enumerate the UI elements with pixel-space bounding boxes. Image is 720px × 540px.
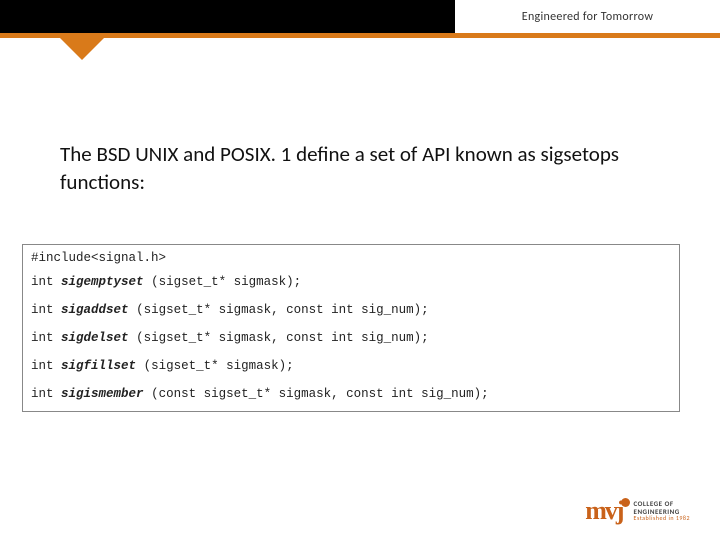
orange-notch-icon bbox=[60, 38, 104, 60]
code-line: int sigfillset (sigset_t* sigmask); bbox=[31, 359, 671, 373]
tagline-text: Engineered for Tomorrow bbox=[522, 10, 653, 24]
header-bar: Engineered for Tomorrow bbox=[0, 0, 720, 38]
intro-paragraph: The BSD UNIX and POSIX. 1 define a set o… bbox=[60, 140, 660, 197]
header-tagline-area: Engineered for Tomorrow bbox=[455, 0, 720, 33]
code-include: #include<signal.h> bbox=[31, 251, 671, 265]
header-black-block bbox=[0, 0, 455, 33]
code-line: int sigaddset (sigset_t* sigmask, const … bbox=[31, 303, 671, 317]
footer-logo: mvj COLLEGE OF ENGINEERING Established i… bbox=[585, 496, 690, 526]
code-line: int sigismember (const sigset_t* sigmask… bbox=[31, 387, 671, 401]
logo-mark: mvj bbox=[585, 496, 629, 526]
code-line: int sigemptyset (sigset_t* sigmask); bbox=[31, 275, 671, 289]
logo-dot-icon bbox=[621, 498, 630, 507]
logo-text: COLLEGE OF ENGINEERING Established in 19… bbox=[634, 500, 690, 522]
code-box: #include<signal.h> int sigemptyset (sigs… bbox=[22, 244, 680, 412]
code-line: int sigdelset (sigset_t* sigmask, const … bbox=[31, 331, 671, 345]
